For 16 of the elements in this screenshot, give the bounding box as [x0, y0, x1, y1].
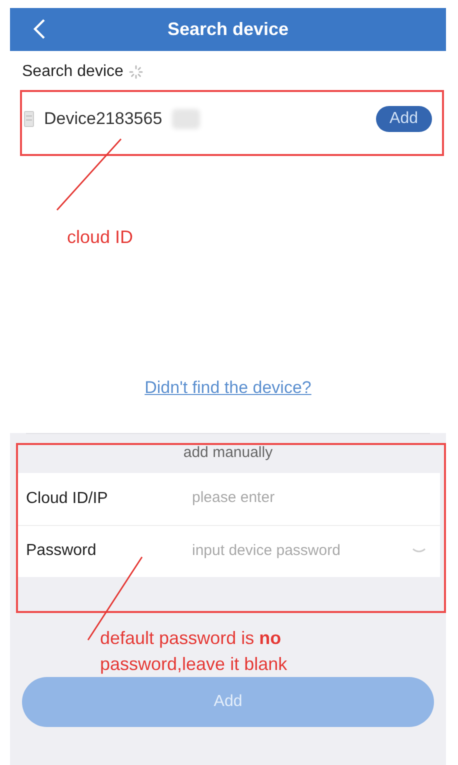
- window-title: Search device: [167, 18, 289, 41]
- section-title: add manually: [183, 442, 273, 463]
- add-button[interactable]: Add: [376, 106, 432, 132]
- field-label: Password: [26, 541, 98, 561]
- not-found-link[interactable]: Didn't find the device?: [144, 375, 312, 400]
- annotation-text: default password is no password,leave it blank: [100, 627, 288, 676]
- device-name: Device2183565: [44, 108, 162, 130]
- input-field[interactable]: please enter: [192, 487, 426, 510]
- input-field[interactable]: input device password: [192, 540, 412, 562]
- spinner-icon: [129, 65, 144, 79]
- redaction-mark: [172, 109, 200, 129]
- device-icon: [24, 111, 34, 127]
- field-label: Cloud ID/IP: [26, 488, 109, 508]
- back-icon[interactable]: [32, 18, 48, 40]
- annotation-text: cloud ID: [67, 226, 134, 249]
- section-label: Search device: [22, 62, 124, 82]
